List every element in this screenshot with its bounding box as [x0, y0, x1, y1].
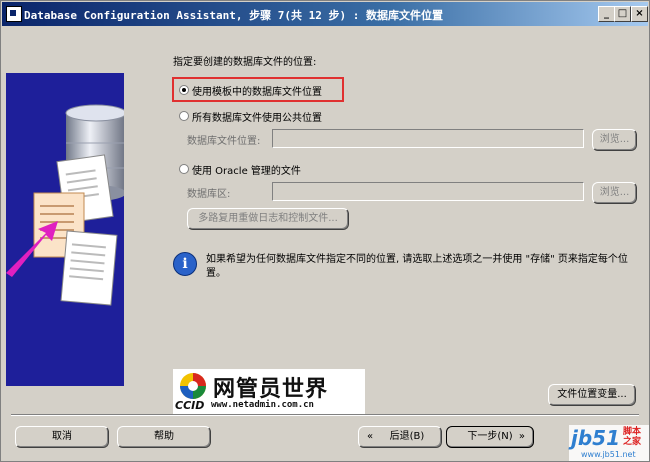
db-area-input[interactable]: [272, 182, 584, 201]
logo-ccid: CCID: [175, 399, 205, 412]
info-text: 如果希望为任何数据库文件指定不同的位置, 请选取上述选项之一并使用 "存储" 页…: [206, 254, 628, 279]
watermark: jb51 脚本之家 www.jb51.net: [569, 425, 649, 461]
location-prompt: 指定要创建的数据库文件的位置:: [173, 57, 317, 68]
logo-swirl-icon: [180, 373, 206, 399]
next-button[interactable]: 下一步(N) »: [446, 426, 534, 448]
chevron-left-icon: «: [367, 431, 374, 442]
help-button[interactable]: 帮助: [117, 426, 211, 448]
next-button-label: 下一步(N): [467, 431, 513, 442]
logo-url: www.netadmin.com.cn: [211, 400, 314, 410]
title-bar: Database Configuration Assistant, 步骤 7(共…: [2, 2, 648, 26]
footer-separator: [11, 414, 639, 416]
file-location-variables-button[interactable]: 文件位置变量...: [548, 384, 636, 406]
radio-template-location[interactable]: [179, 85, 189, 95]
back-button-label: 后退(B): [389, 431, 425, 442]
radio-oracle-managed[interactable]: [179, 164, 189, 174]
option-common-location-label[interactable]: 所有数据库文件使用公共位置: [192, 109, 322, 124]
multiplex-logs-button[interactable]: 多路复用重做日志和控制文件...: [187, 208, 349, 230]
window-title: Database Configuration Assistant, 步骤 7(共…: [24, 9, 444, 22]
app-icon: [6, 6, 22, 22]
db-area-label: 数据库区:: [187, 189, 231, 200]
close-button[interactable]: ×: [631, 6, 648, 22]
option-oracle-managed-label[interactable]: 使用 Oracle 管理的文件: [192, 162, 301, 177]
netadmin-logo: 网管员世界 CCID www.netadmin.com.cn: [173, 369, 365, 415]
db-file-location-label: 数据库文件位置:: [187, 136, 261, 147]
logo-name: 网管员世界: [213, 377, 329, 402]
watermark-side: 脚本之家: [623, 427, 642, 447]
watermark-main: jb51: [571, 426, 621, 450]
browse-button-db-area[interactable]: 浏览...: [592, 182, 637, 204]
cancel-button[interactable]: 取消: [15, 426, 109, 448]
option-template-location-label[interactable]: 使用模板中的数据库文件位置: [192, 83, 322, 98]
chevron-right-icon: »: [518, 431, 525, 442]
database-illustration: [6, 104, 124, 306]
back-button[interactable]: « 后退(B): [358, 426, 442, 448]
db-file-location-input[interactable]: [272, 129, 584, 148]
watermark-url: www.jb51.net: [581, 450, 636, 459]
info-icon: i: [173, 252, 197, 276]
radio-common-location[interactable]: [179, 111, 189, 121]
minimize-button[interactable]: _: [598, 6, 615, 22]
dialog-window: Database Configuration Assistant, 步骤 7(共…: [0, 0, 650, 462]
maximize-button[interactable]: □: [614, 6, 631, 22]
illustration-panel: [6, 73, 124, 386]
browse-button-file-location[interactable]: 浏览...: [592, 129, 637, 151]
